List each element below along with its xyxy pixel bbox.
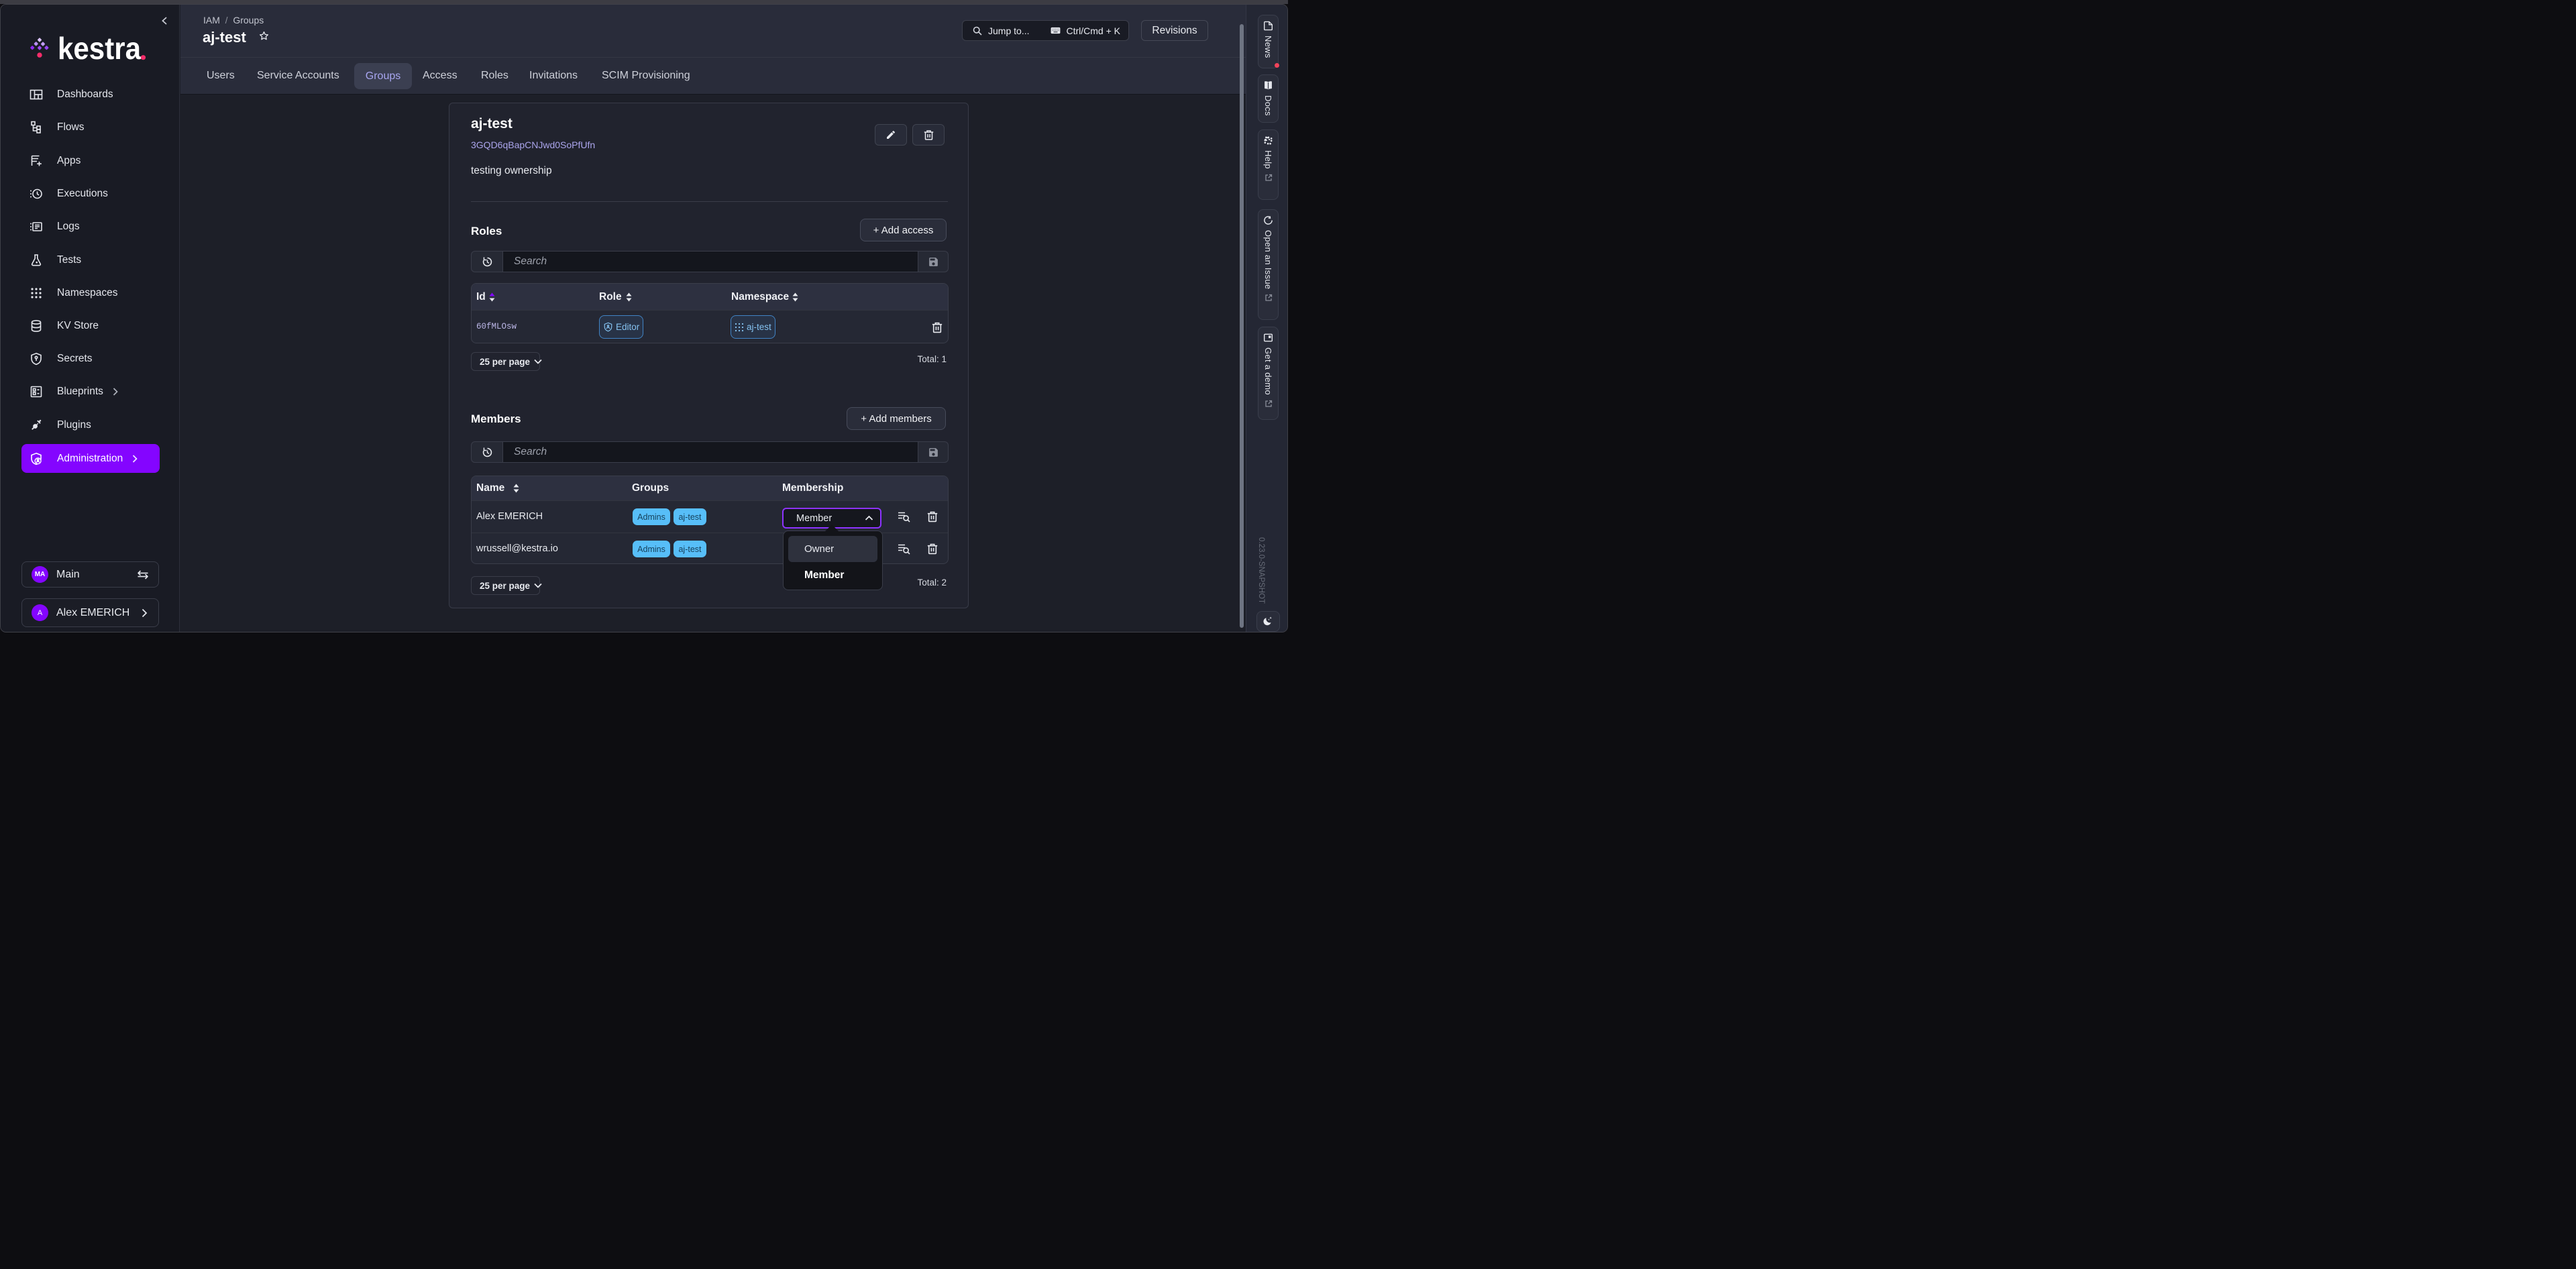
svg-text:kestra: kestra	[58, 32, 141, 66]
